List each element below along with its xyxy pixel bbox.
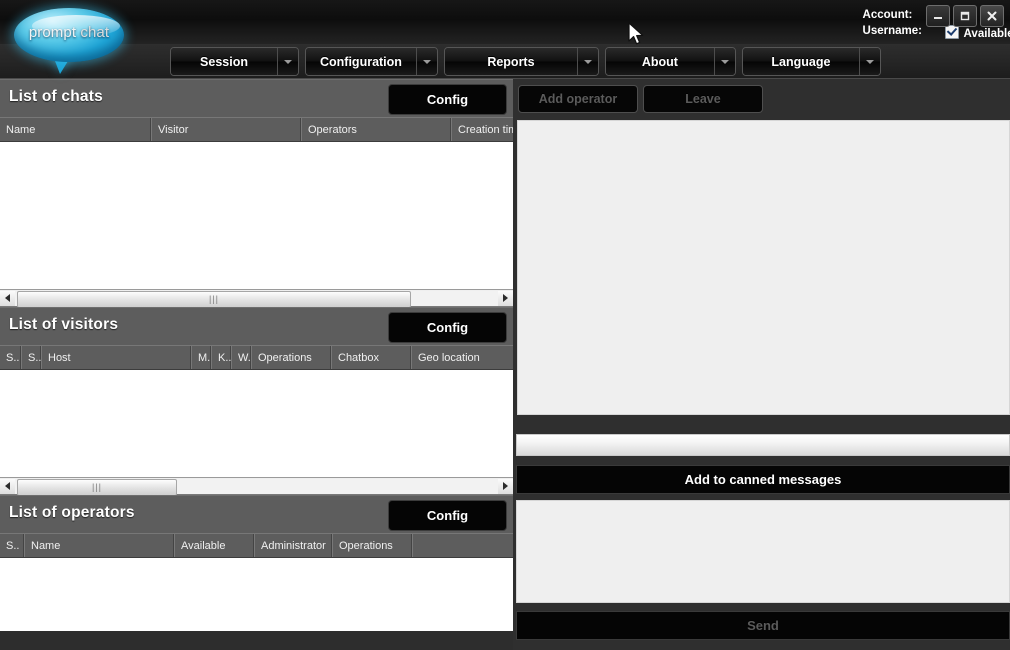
chats-scroll-grip-icon: ||| xyxy=(208,293,219,304)
operators-column-operations[interactable]: Operations xyxy=(333,534,413,557)
visitors-column-w[interactable]: W.. xyxy=(232,346,252,369)
add-to-canned-messages-button[interactable]: Add to canned messages xyxy=(516,465,1010,494)
visitors-panel-title: List of visitors xyxy=(9,316,119,333)
visitors-column-chatbox[interactable]: Chatbox xyxy=(332,346,412,369)
chats-scroll-thumb[interactable]: ||| xyxy=(17,290,411,308)
maximize-button[interactable] xyxy=(953,5,977,27)
chats-scroll-right-icon[interactable] xyxy=(498,290,513,306)
menu-about-chevron-down-icon[interactable] xyxy=(713,48,735,75)
menu-configuration-label[interactable]: Configuration xyxy=(306,48,416,75)
chats-table-header: Name Visitor Operators Creation tim xyxy=(0,117,513,142)
menu-configuration[interactable]: Configuration xyxy=(305,47,438,76)
visitors-scroll-thumb[interactable]: ||| xyxy=(17,478,177,496)
left-panel: List of chats Config Name Visitor Operat… xyxy=(0,79,513,650)
chat-toolbar: Add operator Leave xyxy=(513,79,1010,119)
menu-session[interactable]: Session xyxy=(170,47,299,76)
chat-panel: Add operator Leave Add to canned message… xyxy=(513,79,1010,650)
chat-transcript-area[interactable] xyxy=(517,120,1010,415)
username-label: Username: xyxy=(862,25,922,37)
operators-column-available[interactable]: Available xyxy=(175,534,255,557)
chats-table-body[interactable] xyxy=(0,142,513,289)
application-window: Account: Username: Available for chat xyxy=(0,0,1010,650)
visitors-scroll-track[interactable]: ||| xyxy=(15,478,498,496)
account-row: Account: xyxy=(863,7,922,23)
account-info: Account: Username: Available for chat xyxy=(863,7,1010,40)
chats-column-visitor[interactable]: Visitor xyxy=(152,118,302,141)
leave-button[interactable]: Leave xyxy=(643,85,763,113)
visitors-column-s1[interactable]: S.. xyxy=(0,346,22,369)
add-operator-button[interactable]: Add operator xyxy=(518,85,638,113)
chats-column-creation-time[interactable]: Creation tim xyxy=(452,118,513,141)
message-compose-area[interactable] xyxy=(516,500,1010,603)
menu-session-chevron-down-icon[interactable] xyxy=(277,48,298,75)
operators-column-s[interactable]: S.. xyxy=(0,534,25,557)
visitors-column-operations[interactable]: Operations xyxy=(252,346,332,369)
chats-panel-title: List of chats xyxy=(9,88,103,105)
visitors-column-geo-location[interactable]: Geo location xyxy=(412,346,513,369)
operators-table-header: S.. Name Available Administrator Operati… xyxy=(0,533,513,558)
operators-column-name[interactable]: Name xyxy=(25,534,175,557)
menu-about-label[interactable]: About xyxy=(605,48,714,75)
menu-language-chevron-down-icon[interactable] xyxy=(858,48,880,75)
chats-scroll-left-icon[interactable] xyxy=(0,290,15,306)
visitors-column-s2[interactable]: S.. xyxy=(22,346,42,369)
menu-about[interactable]: About xyxy=(604,47,736,76)
chats-horizontal-scrollbar[interactable]: ||| xyxy=(0,289,513,308)
menu-reports[interactable]: Reports xyxy=(443,47,599,76)
menu-configuration-chevron-down-icon[interactable] xyxy=(415,48,437,75)
operators-table-body[interactable] xyxy=(0,558,513,631)
menu-language-label[interactable]: Language xyxy=(742,48,859,75)
menu-reports-chevron-down-icon[interactable] xyxy=(576,48,598,75)
operators-column-blank[interactable] xyxy=(413,534,513,557)
menu-session-label[interactable]: Session xyxy=(171,48,277,75)
operators-panel-title: List of operators xyxy=(9,504,135,521)
send-button[interactable]: Send xyxy=(516,611,1010,640)
title-bar: Account: Username: Available for chat xyxy=(0,0,1010,45)
chats-panel-header: List of chats Config xyxy=(0,79,513,117)
available-checkbox[interactable] xyxy=(944,25,959,39)
visitors-panel-header: List of visitors Config xyxy=(0,307,513,345)
visitors-scroll-grip-icon: ||| xyxy=(91,481,102,492)
username-row: Username: xyxy=(863,23,922,39)
chats-scroll-track[interactable]: ||| xyxy=(15,290,498,308)
menu-language[interactable]: Language xyxy=(741,47,881,76)
chats-config-button[interactable]: Config xyxy=(388,84,507,115)
operators-column-administrator[interactable]: Administrator xyxy=(255,534,333,557)
minimize-button[interactable] xyxy=(926,5,950,27)
operators-config-button[interactable]: Config xyxy=(388,500,507,531)
available-label: Available for chat xyxy=(963,28,1010,40)
quick-message-input[interactable] xyxy=(516,434,1010,456)
visitors-horizontal-scrollbar[interactable]: ||| xyxy=(0,477,513,496)
visitors-column-k[interactable]: K.. xyxy=(212,346,232,369)
chats-column-name[interactable]: Name xyxy=(0,118,152,141)
account-label: Account: xyxy=(862,9,913,21)
window-controls xyxy=(926,5,1004,27)
chats-column-operators[interactable]: Operators xyxy=(302,118,452,141)
menu-bar: Session Configuration Reports About Lang… xyxy=(0,44,1010,79)
visitors-scroll-left-icon[interactable] xyxy=(0,478,15,494)
visitors-column-host[interactable]: Host xyxy=(42,346,192,369)
visitors-column-m[interactable]: M.. xyxy=(192,346,212,369)
visitors-table-body[interactable] xyxy=(0,370,513,477)
visitors-table-header: S.. S.. Host M.. K.. W.. Operations Chat… xyxy=(0,345,513,370)
close-button[interactable] xyxy=(980,5,1004,27)
visitors-scroll-right-icon[interactable] xyxy=(498,478,513,494)
operators-panel-header: List of operators Config xyxy=(0,495,513,533)
visitors-config-button[interactable]: Config xyxy=(388,312,507,343)
menu-reports-label[interactable]: Reports xyxy=(444,48,577,75)
